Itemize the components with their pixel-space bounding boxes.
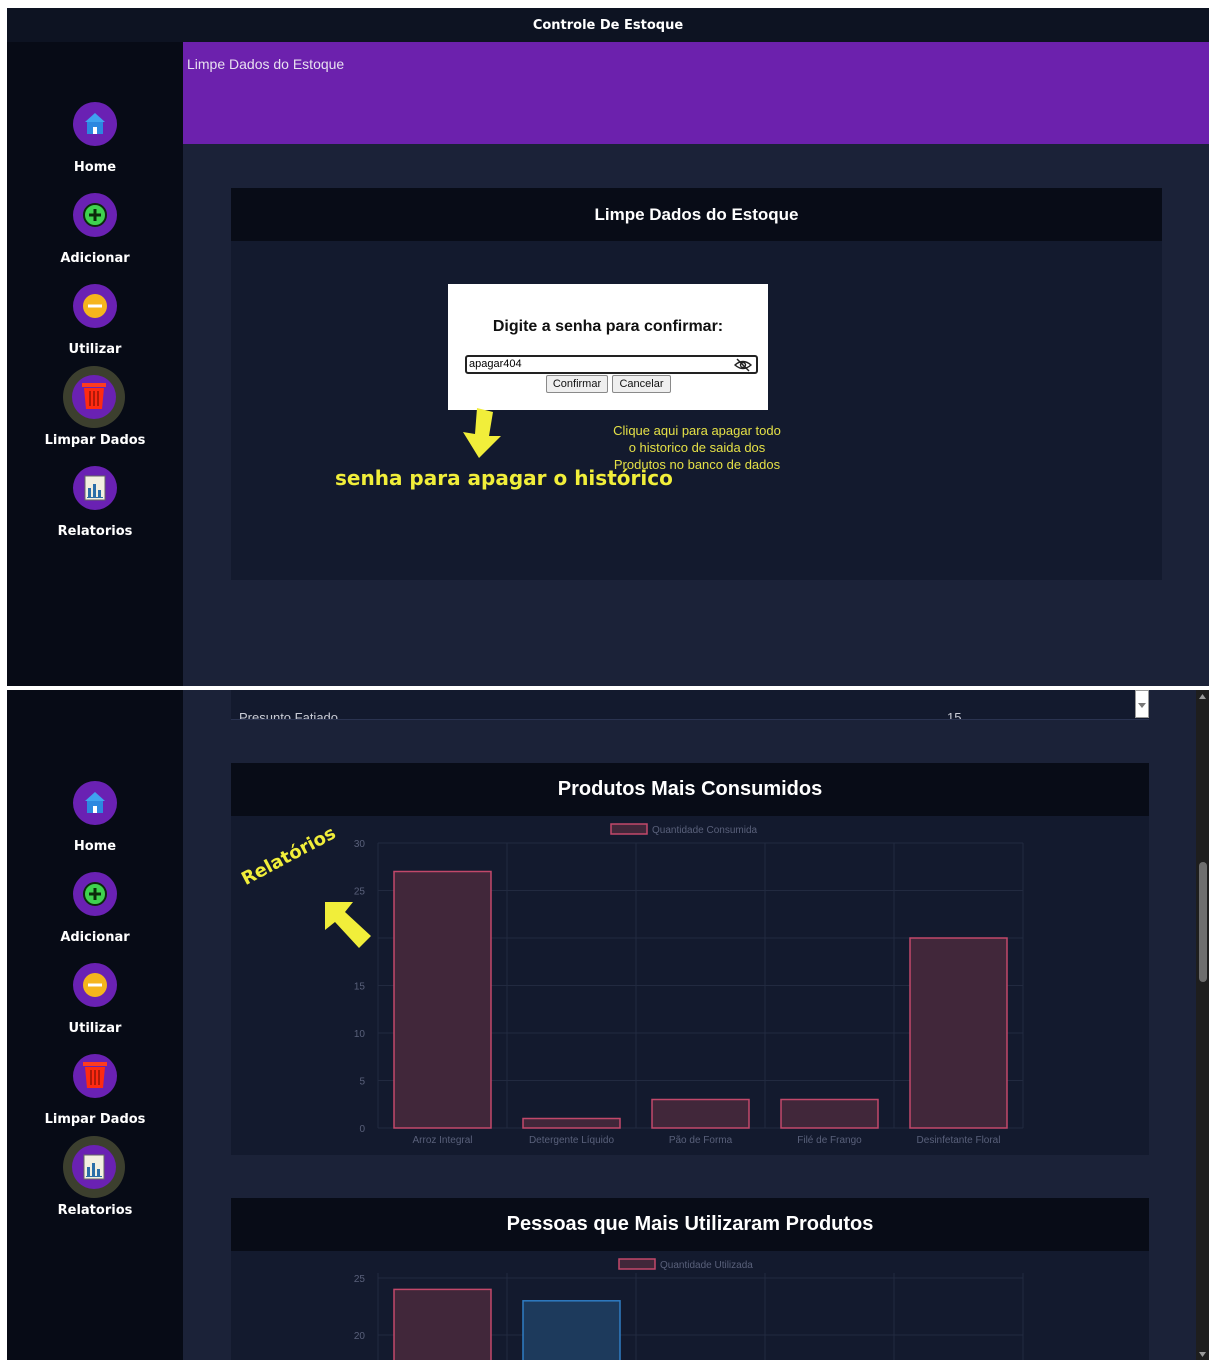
scrollbar[interactable] bbox=[1196, 690, 1209, 1360]
sidebar-item-label: Utilizar bbox=[68, 342, 122, 357]
sidebar-item-adicionar[interactable]: Adicionar bbox=[7, 872, 183, 962]
table-row: Presunto Fatiado 15 bbox=[231, 690, 1149, 720]
minus-circle-icon bbox=[73, 284, 117, 328]
sidebar-item-relatorios[interactable]: Relatorios bbox=[7, 1136, 183, 1235]
clear-history-hint[interactable]: Clique aqui para apagar todo o historico… bbox=[611, 422, 783, 473]
sidebar-item-label: Utilizar bbox=[68, 1021, 122, 1036]
panel-title: Limpe Dados do Estoque bbox=[231, 188, 1162, 241]
y-tick-label: 0 bbox=[359, 1124, 365, 1135]
legend-label: Quantidade Consumida bbox=[652, 825, 758, 836]
annotation-arrow-icon bbox=[325, 902, 371, 948]
password-input[interactable]: apagar404 bbox=[465, 355, 758, 374]
y-tick-label: 15 bbox=[354, 982, 366, 993]
sidebar-item-home[interactable]: Home bbox=[7, 102, 183, 192]
cancel-button[interactable]: Cancelar bbox=[612, 375, 671, 393]
chart-bar bbox=[393, 1288, 492, 1360]
legend-swatch bbox=[610, 823, 648, 835]
y-tick-label: 30 bbox=[354, 839, 366, 850]
scroll-down-icon[interactable] bbox=[1196, 1348, 1209, 1360]
sidebar-item-label: Adicionar bbox=[60, 251, 130, 266]
annotation-arrow-icon bbox=[463, 408, 501, 458]
scroll-up-icon[interactable] bbox=[1196, 691, 1209, 703]
chart-bar bbox=[909, 937, 1008, 1129]
dialog-title: Digite a senha para confirmar: bbox=[492, 318, 724, 335]
dropdown-select[interactable] bbox=[1135, 690, 1149, 718]
sidebar-item-label: Adicionar bbox=[60, 930, 130, 945]
sidebar: Home Adicionar Utilizar Limpar Dados Rel… bbox=[7, 42, 183, 686]
report-chart-icon bbox=[63, 1136, 125, 1198]
sidebar-item-utilizar[interactable]: Utilizar bbox=[7, 284, 183, 374]
sidebar-item-label: Relatorios bbox=[57, 1203, 133, 1218]
sidebar-item-label: Home bbox=[73, 839, 117, 854]
password-dialog: Digite a senha para confirmar: apagar404… bbox=[448, 284, 768, 410]
x-tick-label: Desinfetante Floral bbox=[917, 1135, 1001, 1146]
sidebar-item-limpar-dados[interactable]: Limpar Dados bbox=[7, 366, 183, 465]
sidebar-item-label: Limpar Dados bbox=[44, 1112, 146, 1127]
clear-data-screen: Controle De Estoque Home Adicionar Utili… bbox=[7, 8, 1209, 686]
plus-circle-icon bbox=[73, 872, 117, 916]
y-tick-label: 20 bbox=[354, 1331, 366, 1342]
page-header-text: Limpe Dados do Estoque bbox=[187, 56, 345, 72]
y-tick-label: 25 bbox=[354, 1274, 366, 1285]
table-cell-product: Presunto Fatiado bbox=[239, 710, 339, 720]
x-tick-label: Filé de Frango bbox=[797, 1135, 862, 1146]
minus-circle-icon bbox=[73, 963, 117, 1007]
x-tick-label: Arroz Integral bbox=[412, 1135, 472, 1146]
chart-title: Pessoas que Mais Utilizaram Produtos bbox=[231, 1198, 1149, 1251]
chart-bar bbox=[522, 1117, 621, 1129]
page-header: Limpe Dados do Estoque bbox=[183, 42, 1209, 144]
home-icon bbox=[73, 781, 117, 825]
legend-label: Quantidade Utilizada bbox=[660, 1260, 753, 1271]
sidebar-item-label: Relatorios bbox=[57, 524, 133, 539]
reports-screen: Home Adicionar Utilizar Limpar Dados Rel… bbox=[7, 690, 1209, 1360]
sidebar-item-adicionar[interactable]: Adicionar bbox=[7, 193, 183, 283]
sidebar-item-home[interactable]: Home bbox=[7, 781, 183, 871]
consumed-products-chart: 051015202530Quantidade ConsumidaArroz In… bbox=[354, 823, 1024, 1146]
sidebar-item-utilizar[interactable]: Utilizar bbox=[7, 963, 183, 1053]
sidebar-item-label: Limpar Dados bbox=[44, 433, 146, 448]
chart-panel-consumed: Produtos Mais Consumidos 051015202530Qua… bbox=[231, 763, 1149, 1155]
x-tick-label: Pão de Forma bbox=[669, 1135, 733, 1146]
sidebar-item-label: Home bbox=[73, 160, 117, 175]
chevron-down-icon bbox=[1138, 703, 1146, 708]
plus-circle-icon bbox=[73, 193, 117, 237]
chart-bar bbox=[522, 1300, 621, 1360]
app-title: Controle De Estoque bbox=[7, 8, 1209, 42]
chart-panel-people: Pessoas que Mais Utilizaram Produtos 20 2… bbox=[231, 1198, 1149, 1360]
confirm-button[interactable]: Confirmar bbox=[546, 375, 608, 393]
sidebar-item-relatorios[interactable]: Relatorios bbox=[7, 466, 183, 556]
sidebar: Home Adicionar Utilizar Limpar Dados Rel… bbox=[7, 690, 183, 1360]
people-usage-chart: 20 25 Quantidade Utilizada bbox=[354, 1258, 1024, 1360]
chart-bar bbox=[780, 1098, 879, 1129]
legend-swatch bbox=[618, 1258, 656, 1270]
x-tick-label: Detergente Líquido bbox=[529, 1135, 615, 1146]
y-tick-label: 10 bbox=[354, 1029, 366, 1040]
chart-bar bbox=[393, 870, 492, 1129]
table-cell-quantity: 15 bbox=[947, 710, 962, 720]
eye-slash-icon[interactable] bbox=[733, 358, 753, 372]
y-tick-label: 5 bbox=[359, 1077, 365, 1088]
trash-icon bbox=[73, 1054, 117, 1098]
sidebar-item-limpar-dados[interactable]: Limpar Dados bbox=[7, 1054, 183, 1144]
chart-title: Produtos Mais Consumidos bbox=[231, 763, 1149, 816]
chart-bar bbox=[651, 1098, 750, 1129]
home-icon bbox=[73, 102, 117, 146]
scrollbar-thumb[interactable] bbox=[1199, 862, 1207, 982]
trash-icon bbox=[63, 366, 125, 428]
report-chart-icon bbox=[73, 466, 117, 510]
